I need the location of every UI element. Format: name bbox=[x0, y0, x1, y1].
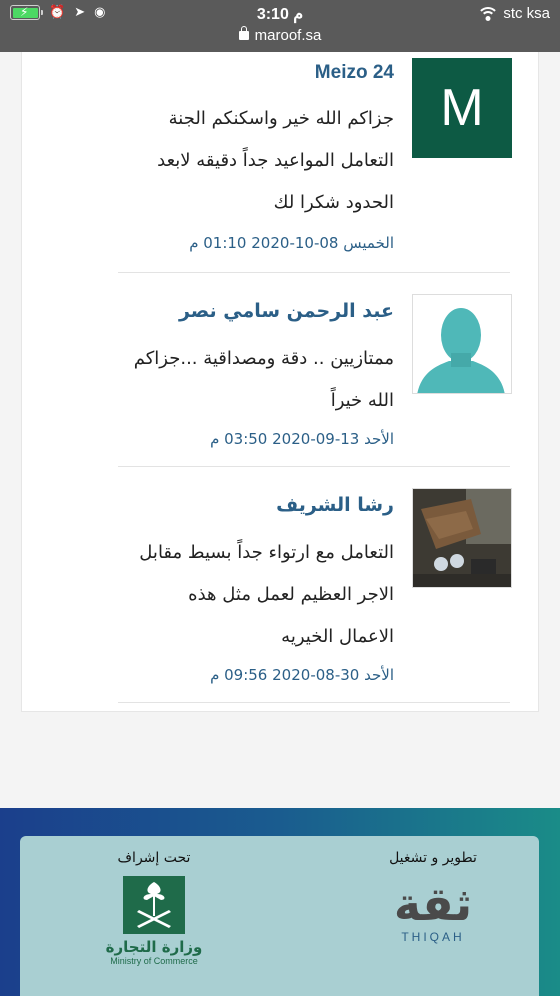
url-text: maroof.sa bbox=[254, 27, 322, 44]
supervisor-label: تحت إشراف bbox=[117, 850, 191, 866]
thiqah-logo-ar: ثقة bbox=[393, 877, 473, 931]
avatar bbox=[412, 488, 512, 588]
person-icon bbox=[413, 295, 511, 393]
avatar: M bbox=[412, 58, 512, 158]
status-bar: ⚡ ⏰ ➤ ◉ 3:10 م maroof.sa stc ksa bbox=[0, 0, 560, 52]
review-date: الأحد 13-09-2020 03:50 م bbox=[210, 430, 394, 448]
avatar bbox=[412, 294, 512, 394]
review-line: الحدود شكرا لك bbox=[273, 192, 394, 213]
reviewer-name[interactable]: Meizo 24 bbox=[315, 62, 394, 84]
developer-label: تطوير و تشغيل bbox=[389, 850, 477, 866]
review-text: التعامل مع ارتواء جداً بسيط مقابل الاجر … bbox=[118, 532, 394, 658]
review-line: الاعمال الخيريه bbox=[281, 626, 394, 647]
reviewer-name[interactable]: رشا الشريف bbox=[276, 494, 394, 516]
status-time: 3:10 م bbox=[256, 6, 304, 23]
review-line: الله خيراً bbox=[330, 390, 394, 411]
url-bar[interactable]: maroof.sa bbox=[0, 26, 560, 44]
review-line: الاجر العظيم لعمل مثل هذه bbox=[188, 584, 394, 605]
review-line: جزاكم الله خير واسكنكم الجنة bbox=[168, 108, 394, 129]
review-date: الأحد 30-08-2020 09:56 م bbox=[210, 666, 394, 684]
ministry-name-en: Ministry of Commerce bbox=[110, 956, 198, 966]
footer-box: تطوير و تشغيل ثقة THIQAH تحت إشراف وزارة… bbox=[20, 836, 539, 996]
thiqah-logo[interactable]: ثقة THIQAH bbox=[333, 878, 533, 944]
review-item: M Meizo 24 جزاكم الله خير واسكنكم الجنة … bbox=[118, 58, 512, 268]
status-right: stc ksa bbox=[479, 5, 550, 22]
saudi-emblem-icon bbox=[123, 876, 185, 934]
reviews-card: M Meizo 24 جزاكم الله خير واسكنكم الجنة … bbox=[21, 52, 539, 712]
wifi-icon bbox=[479, 6, 498, 21]
review-text: ممتازيين .. دقة ومصداقية ...جزاكم الله خ… bbox=[118, 338, 394, 422]
thiqah-logo-en: THIQAH bbox=[401, 930, 465, 944]
review-line: ممتازيين .. دقة ومصداقية ...جزاكم bbox=[133, 348, 394, 369]
review-line: التعامل مع ارتواء جداً بسيط مقابل bbox=[139, 542, 394, 563]
review-item: رشا الشريف التعامل مع ارتواء جداً بسيط م… bbox=[118, 488, 512, 698]
review-date: الخميس 08-10-2020 01:10 م bbox=[189, 234, 394, 252]
divider bbox=[118, 702, 510, 703]
reviewer-name[interactable]: عبد الرحمن سامي نصر bbox=[179, 300, 394, 322]
ministry-logo[interactable]: وزارة التجارة Ministry of Commerce bbox=[54, 876, 254, 966]
lock-icon bbox=[238, 26, 249, 40]
review-text: جزاكم الله خير واسكنكم الجنة التعامل الم… bbox=[118, 98, 394, 224]
ministry-name-ar: وزارة التجارة bbox=[105, 938, 203, 956]
footer: تطوير و تشغيل ثقة THIQAH تحت إشراف وزارة… bbox=[0, 808, 560, 996]
supervisor-section: تحت إشراف وزارة التجارة Ministry of Comm… bbox=[54, 850, 254, 966]
profile-photo bbox=[413, 489, 511, 587]
review-item: عبد الرحمن سامي نصر ممتازيين .. دقة ومصد… bbox=[118, 294, 512, 464]
divider bbox=[118, 466, 510, 467]
avatar-letter: M bbox=[440, 79, 484, 137]
carrier-name: stc ksa bbox=[503, 5, 550, 22]
developer-section: تطوير و تشغيل ثقة THIQAH bbox=[333, 850, 533, 944]
divider bbox=[118, 272, 510, 273]
review-line: التعامل المواعيد جداً دقيقه لابعد bbox=[157, 150, 394, 171]
